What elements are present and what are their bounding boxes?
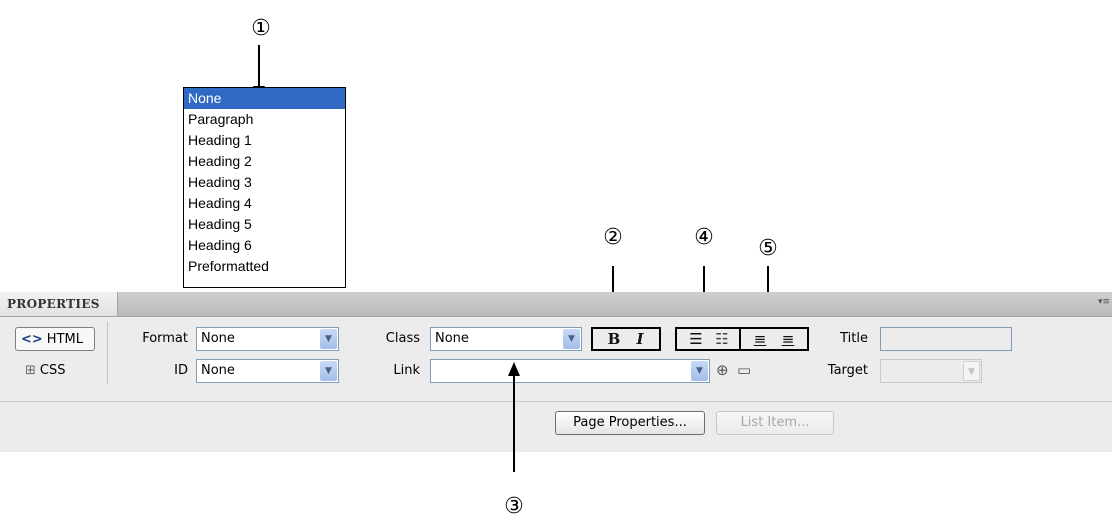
dropdown-option-heading-6[interactable]: Heading 6 — [184, 235, 345, 256]
callout-3-arrow-head — [508, 362, 520, 376]
bold-italic-group: B I — [591, 327, 661, 351]
list-item-button[interactable]: List Item... — [716, 411, 834, 435]
code-brackets-icon: <> — [21, 332, 43, 347]
properties-panel: PROPERTIES ▾≡ <> HTML ⊞ CSS Format None ▼ … — [0, 292, 1112, 452]
unordered-list-icon[interactable]: ☰ — [685, 330, 707, 348]
target-select[interactable]: ▼ — [880, 359, 982, 383]
callout-1: ① — [251, 16, 271, 41]
dropdown-option-heading-2[interactable]: Heading 2 — [184, 151, 345, 172]
bold-button[interactable]: B — [603, 330, 625, 348]
page-properties-button[interactable]: Page Properties... — [555, 411, 705, 435]
format-select[interactable]: None ▼ — [196, 327, 339, 351]
panel-body: <> HTML ⊞ CSS Format None ▼ ID None ▼ Clas… — [0, 317, 1112, 452]
list-group: ☰ ☷ — [675, 327, 741, 351]
dropdown-option-preformatted[interactable]: Preformatted — [184, 256, 345, 277]
css-rules-icon: ⊞ — [25, 363, 36, 378]
mode-separator — [107, 322, 108, 384]
panel-header: PROPERTIES ▾≡ — [0, 292, 1112, 317]
indent-icon[interactable]: ≡ — [777, 330, 799, 348]
dropdown-option-heading-3[interactable]: Heading 3 — [184, 172, 345, 193]
callout-5: ⑤ — [758, 236, 778, 261]
chevron-down-icon[interactable]: ▼ — [963, 361, 980, 381]
class-select[interactable]: None ▼ — [430, 327, 582, 351]
callout-3-arrow-line — [513, 375, 515, 472]
callout-3: ③ — [504, 494, 524, 519]
chevron-down-icon[interactable]: ▼ — [691, 361, 708, 381]
format-dropdown-list[interactable]: None Paragraph Heading 1 Heading 2 Headi… — [183, 87, 346, 288]
indent-group: ≡ ≡ — [739, 327, 809, 351]
title-label: Title — [840, 331, 868, 346]
dropdown-option-none[interactable]: None — [184, 88, 345, 109]
ordered-list-icon[interactable]: ☷ — [711, 330, 733, 348]
dropdown-option-heading-4[interactable]: Heading 4 — [184, 193, 345, 214]
dropdown-option-heading-1[interactable]: Heading 1 — [184, 130, 345, 151]
target-label: Target — [827, 363, 868, 378]
id-label: ID — [174, 363, 188, 378]
dropdown-option-heading-5[interactable]: Heading 5 — [184, 214, 345, 235]
class-select-value: None — [435, 331, 469, 346]
css-mode-label: CSS — [39, 363, 66, 378]
chevron-down-icon[interactable]: ▼ — [320, 329, 337, 349]
format-label: Format — [142, 331, 188, 346]
point-to-file-icon[interactable]: ⊕ — [716, 360, 729, 380]
italic-button[interactable]: I — [629, 330, 651, 348]
class-label: Class — [385, 331, 420, 346]
html-mode-button[interactable]: <> HTML — [15, 327, 95, 351]
chevron-down-icon[interactable]: ▼ — [320, 361, 337, 381]
panel-options-icon[interactable]: ▾≡ — [1098, 297, 1110, 307]
chevron-down-icon[interactable]: ▼ — [563, 329, 580, 349]
callout-1-arrow-line — [258, 45, 260, 87]
callout-2: ② — [603, 225, 623, 250]
outdent-icon[interactable]: ≡ — [749, 330, 771, 348]
dropdown-option-paragraph[interactable]: Paragraph — [184, 109, 345, 130]
row-divider — [0, 401, 1112, 402]
callout-4: ④ — [694, 225, 714, 250]
panel-tab-properties[interactable]: PROPERTIES — [0, 292, 118, 316]
html-mode-label: HTML — [46, 332, 83, 347]
link-input[interactable]: ▼ — [430, 359, 710, 383]
folder-icon[interactable]: ▭ — [737, 360, 751, 380]
link-label: Link — [393, 363, 420, 378]
css-mode-button[interactable]: ⊞ CSS — [20, 359, 100, 383]
id-select[interactable]: None ▼ — [196, 359, 339, 383]
title-input[interactable] — [880, 327, 1012, 351]
id-select-value: None — [201, 363, 235, 378]
page: ① None Paragraph Heading 1 Heading 2 Hea… — [0, 0, 1112, 523]
format-select-value: None — [201, 331, 235, 346]
